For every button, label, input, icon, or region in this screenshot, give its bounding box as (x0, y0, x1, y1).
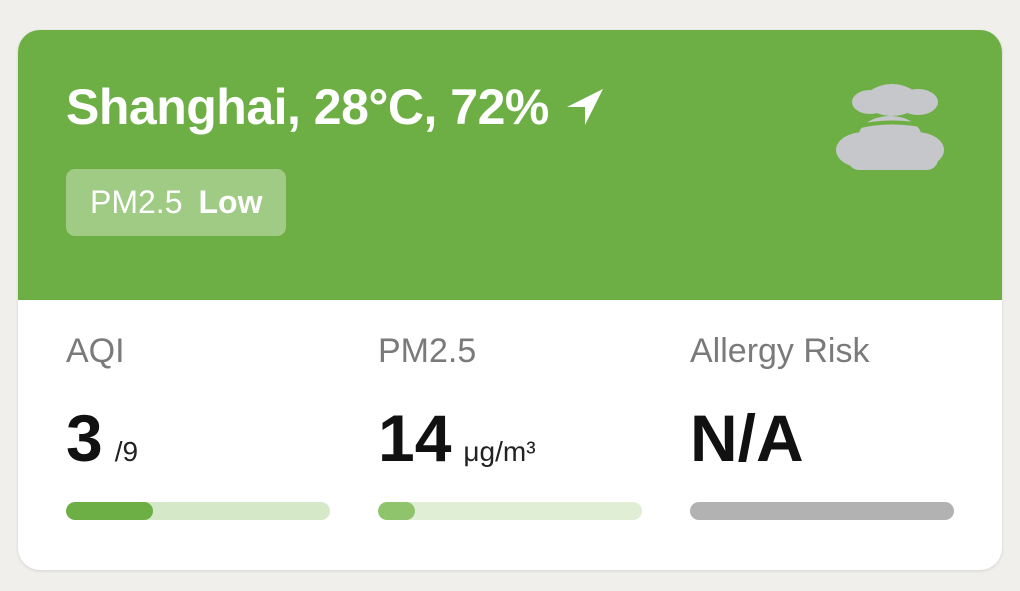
metric-pm25: PM2.5 14 μg/m³ (378, 300, 642, 570)
metric-aqi: AQI 3 /9 (66, 300, 330, 570)
metric-label: Allergy Risk (690, 332, 870, 370)
location-row: Shanghai, 28°C, 72% (66, 78, 607, 136)
navigation-arrow-icon (566, 89, 603, 125)
metric-allergy-risk: Allergy Risk N/A (690, 300, 954, 570)
air-quality-card[interactable]: Shanghai, 28°C, 72% PM2.5 Low AQI 3 /9 P… (18, 30, 1002, 570)
metric-value-row: N/A (690, 400, 816, 476)
metric-value: 3 (66, 401, 103, 475)
metric-value-row: 3 /9 (66, 400, 138, 476)
card-header: Shanghai, 28°C, 72% PM2.5 Low (18, 30, 1002, 300)
metric-value: 14 (378, 401, 452, 475)
pm25-status-badge: PM2.5 Low (66, 169, 287, 236)
metric-value-row: 14 μg/m³ (378, 400, 536, 476)
badge-label: PM2.5 (90, 184, 183, 220)
metric-label: PM2.5 (378, 332, 477, 370)
pm25-progress-fill (378, 502, 415, 520)
metric-unit: /9 (114, 436, 139, 467)
allergy-progress-bar (690, 502, 954, 520)
cloudy-icon (836, 84, 944, 170)
metric-label: AQI (66, 332, 125, 370)
pm25-progress-bar (378, 502, 642, 520)
metric-value: N/A (690, 401, 804, 475)
aqi-progress-fill (66, 502, 154, 520)
metric-unit: μg/m³ (463, 436, 536, 467)
badge-level: Low (198, 184, 263, 220)
aqi-progress-bar (66, 502, 330, 520)
location-title: Shanghai, 28°C, 72% (66, 79, 549, 135)
